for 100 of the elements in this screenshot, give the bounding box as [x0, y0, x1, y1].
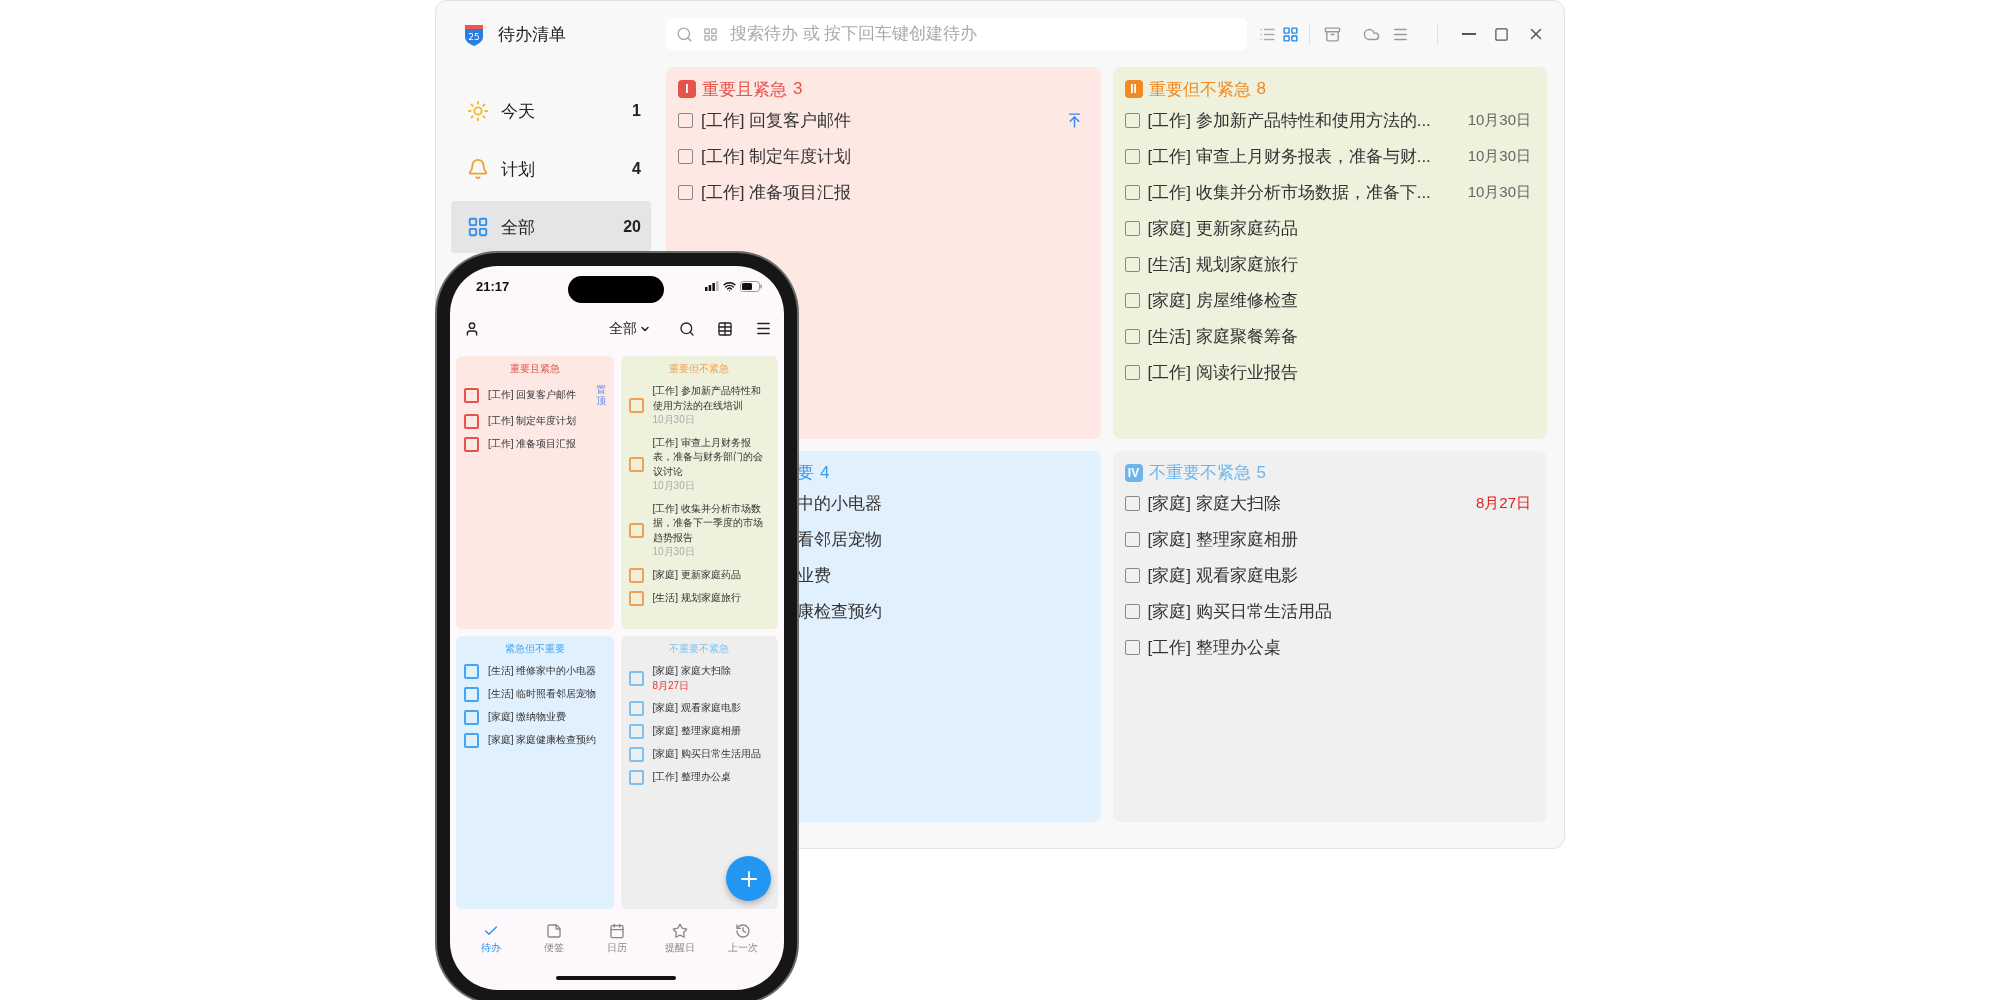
- quadrant-title: 不重要不紧急: [668, 642, 731, 656]
- checkbox[interactable]: [464, 710, 479, 725]
- task-text[interactable]: [工作] 阅读行业报告: [1147, 360, 1535, 384]
- task-text[interactable]: [家庭] 观看家庭电影: [1147, 564, 1535, 587]
- quadrant-count: 8: [1256, 79, 1266, 99]
- task-text[interactable]: [工作] 制定年度计划: [701, 144, 1089, 168]
- checkbox[interactable]: [1124, 532, 1140, 547]
- task-text[interactable]: [工作] 审查上月财务报表，准备与财务部门的会议讨论: [652, 435, 770, 479]
- filter-dropdown[interactable]: 全部: [609, 319, 651, 338]
- task-text[interactable]: [工作] 参加新产品特性和使用方法的在线培训: [652, 384, 770, 413]
- due-date: 10月30日: [1467, 182, 1532, 202]
- task-text[interactable]: [家庭] 更新家庭药品: [1147, 216, 1535, 240]
- checkbox[interactable]: [628, 523, 644, 538]
- task-text[interactable]: [工作] 回复客户邮件: [488, 387, 587, 403]
- search-field[interactable]: 搜索待办 或 按下回车键创建待办: [728, 23, 1237, 45]
- task-text[interactable]: [家庭] 整理家庭相册: [652, 724, 770, 739]
- task-text[interactable]: [家庭] 整理家庭相册: [1147, 528, 1535, 551]
- checkbox[interactable]: [1124, 292, 1140, 308]
- quadrant-title: 紧急但不重要: [503, 642, 566, 656]
- menu-icon: [755, 320, 772, 337]
- search-icon: [679, 320, 695, 337]
- checkbox[interactable]: [628, 724, 644, 739]
- checkbox[interactable]: [1124, 112, 1140, 128]
- checkbox[interactable]: [1124, 148, 1140, 164]
- task-text[interactable]: [生活] 维修家中的小电器: [488, 664, 606, 679]
- task-text[interactable]: [工作] 回复客户邮件: [701, 108, 1058, 132]
- task-text[interactable]: [家庭] 购买日常生活用品: [1147, 600, 1535, 623]
- checkbox[interactable]: [628, 747, 644, 762]
- checkbox[interactable]: [678, 112, 693, 128]
- search-bar[interactable]: 搜索待办 或 按下回车键创建待办: [666, 18, 1247, 50]
- task-text[interactable]: [家庭] 缴纳物业费: [488, 710, 606, 725]
- task-text[interactable]: [工作] 准备项目汇报: [701, 180, 1089, 204]
- checkbox[interactable]: [628, 671, 644, 686]
- account-button[interactable]: [464, 320, 480, 337]
- task-text[interactable]: [工作] 整理办公桌: [1147, 636, 1535, 659]
- task-text[interactable]: [家庭] 观看家庭电影: [652, 701, 770, 716]
- checkbox[interactable]: [464, 437, 479, 452]
- task-text[interactable]: 看邻居宠物: [797, 528, 1089, 551]
- sidebar-label: 今天: [501, 100, 536, 123]
- checkbox[interactable]: [628, 567, 644, 583]
- checkbox[interactable]: [1124, 364, 1140, 380]
- task-text[interactable]: [家庭] 更新家庭药品: [652, 567, 770, 583]
- task-text[interactable]: [家庭] 家庭健康检查预约: [488, 733, 606, 748]
- checkbox[interactable]: [464, 687, 479, 702]
- task-text[interactable]: [生活] 临时照看邻居宠物: [488, 687, 606, 702]
- menu-button[interactable]: [755, 320, 772, 337]
- checkbox[interactable]: [1124, 604, 1140, 619]
- task-text[interactable]: 康检查预约: [797, 600, 1089, 623]
- person-icon: [464, 320, 480, 337]
- sidebar-count: 1: [632, 102, 641, 120]
- sidebar-count: 20: [623, 218, 641, 236]
- checkbox[interactable]: [464, 414, 479, 429]
- checkbox[interactable]: [1124, 328, 1140, 344]
- checkbox[interactable]: [1124, 220, 1140, 236]
- app-logo: 25: [464, 22, 484, 46]
- checkbox[interactable]: [678, 184, 693, 200]
- quadrant-title: 要: [797, 462, 814, 484]
- table-view-button[interactable]: [717, 320, 733, 337]
- maximize-icon: [1494, 26, 1509, 42]
- checkbox[interactable]: [1124, 496, 1140, 511]
- task-text[interactable]: [家庭] 购买日常生活用品: [652, 747, 770, 762]
- nav-tab[interactable]: 上一次: [717, 923, 768, 955]
- nav-tab[interactable]: 便签: [529, 923, 580, 955]
- checkbox[interactable]: [1124, 184, 1140, 200]
- task-text[interactable]: [生活] 规划家庭旅行: [1147, 252, 1535, 276]
- checkbox[interactable]: [1124, 568, 1140, 583]
- checkbox[interactable]: [628, 398, 644, 414]
- search-button[interactable]: [679, 320, 695, 337]
- checkbox[interactable]: [464, 733, 479, 748]
- task-text[interactable]: [家庭] 家庭大扫除: [652, 664, 770, 679]
- checkbox[interactable]: [628, 770, 644, 785]
- task-text[interactable]: [生活] 家庭聚餐筹备: [1147, 324, 1535, 348]
- task-text[interactable]: 业费: [797, 564, 1089, 587]
- task-text[interactable]: [家庭] 房屋维修检查: [1147, 288, 1535, 312]
- checkbox[interactable]: [464, 387, 479, 403]
- checkbox[interactable]: [1124, 256, 1140, 272]
- checkbox[interactable]: [628, 457, 644, 472]
- checkbox[interactable]: [628, 590, 644, 606]
- task-text[interactable]: [生活] 规划家庭旅行: [652, 590, 770, 606]
- quadrant-count: 5: [1256, 462, 1266, 483]
- due-date: 10月30日: [1467, 146, 1532, 166]
- nav-tab[interactable]: 日历: [592, 923, 642, 955]
- task-text[interactable]: [工作] 收集并分析市场数据，准备下...: [1147, 180, 1460, 204]
- task-text[interactable]: [工作] 收集并分析市场数据，准备下一季度的市场趋势报告: [652, 501, 770, 545]
- sidebar-item[interactable]: 全部 20: [451, 201, 651, 253]
- task-text[interactable]: [工作] 审查上月财务报表，准备与财...: [1147, 144, 1460, 168]
- quadrant-title: 不重要不紧急: [1148, 462, 1251, 484]
- nav-tab[interactable]: 提醒日: [654, 923, 705, 955]
- task-text[interactable]: [工作] 整理办公桌: [652, 770, 770, 785]
- sidebar-item[interactable]: 计划 4: [451, 143, 651, 195]
- task-text[interactable]: [家庭] 家庭大扫除: [1147, 492, 1468, 515]
- task-text[interactable]: [工作] 制定年度计划: [488, 414, 606, 429]
- sun-icon: [467, 100, 489, 122]
- checkbox[interactable]: [464, 664, 479, 679]
- sidebar-item[interactable]: 今天 1: [451, 85, 651, 137]
- checkbox[interactable]: [678, 148, 693, 164]
- checkbox[interactable]: [1124, 640, 1140, 655]
- task-text[interactable]: [工作] 准备项目汇报: [488, 437, 606, 452]
- task-text[interactable]: [工作] 参加新产品特性和使用方法的...: [1147, 108, 1460, 132]
- checkbox[interactable]: [628, 701, 644, 716]
